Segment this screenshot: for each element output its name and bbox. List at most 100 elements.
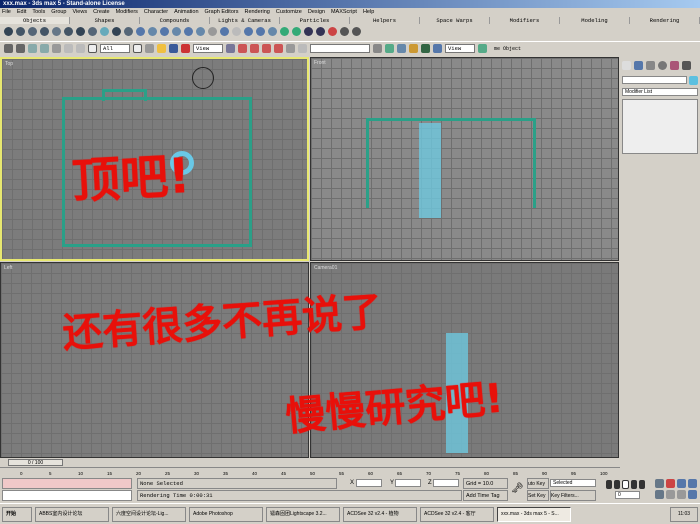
key-mode-select[interactable]: Selected xyxy=(550,479,596,487)
play-icon[interactable] xyxy=(622,480,629,489)
undo-icon[interactable] xyxy=(4,44,13,53)
create-object-icon[interactable] xyxy=(292,26,301,36)
named-sel-icon[interactable] xyxy=(298,44,307,53)
taskbar-item[interactable]: Adobe Photoshop xyxy=(189,506,263,522)
create-object-icon[interactable] xyxy=(160,26,169,36)
create-object-icon[interactable] xyxy=(196,26,205,36)
time-slider-thumb[interactable]: 0 / 100 xyxy=(8,459,63,466)
edit-selection-icon[interactable] xyxy=(286,44,295,53)
object-color-swatch[interactable] xyxy=(689,76,698,85)
menu-item-graph-editors[interactable]: Graph Editors xyxy=(205,8,239,17)
modify-tab-icon[interactable] xyxy=(634,61,643,70)
named-selection-input[interactable] xyxy=(310,44,370,53)
redo-icon[interactable] xyxy=(16,44,25,53)
render-type-select[interactable]: View xyxy=(445,44,475,53)
menu-item-create[interactable]: Create xyxy=(93,8,110,17)
create-object-icon[interactable] xyxy=(136,26,145,36)
select-by-name-icon[interactable] xyxy=(76,44,85,53)
create-object-icon[interactable] xyxy=(184,26,193,36)
move-icon[interactable] xyxy=(157,44,166,53)
pan-icon[interactable] xyxy=(666,490,675,499)
menu-item-design[interactable]: Design xyxy=(308,8,325,17)
create-object-icon[interactable] xyxy=(124,26,133,36)
menu-item-modifiers[interactable]: Modifiers xyxy=(116,8,138,17)
create-object-icon[interactable] xyxy=(148,26,157,36)
tab-shapes[interactable]: Shapes xyxy=(70,17,140,24)
create-object-icon[interactable] xyxy=(172,26,181,36)
taskbar-item[interactable]: ACDSee 32 v2.4 - 客厅 xyxy=(420,506,494,522)
tab-objects[interactable]: Objects xyxy=(0,17,70,24)
tab-modifiers[interactable]: Modifiers xyxy=(490,17,560,24)
motion-tab-icon[interactable] xyxy=(658,61,667,70)
display-tab-icon[interactable] xyxy=(670,61,679,70)
tab-compounds[interactable]: Compounds xyxy=(140,17,210,24)
mirror-icon[interactable] xyxy=(373,44,382,53)
tab-space-warps[interactable]: Space Warps xyxy=(420,17,490,24)
object-name-input[interactable] xyxy=(622,76,687,84)
current-frame-input[interactable]: 0 xyxy=(615,491,640,499)
create-object-icon[interactable] xyxy=(328,26,337,36)
create-object-icon[interactable] xyxy=(100,26,109,36)
hierarchy-tab-icon[interactable] xyxy=(646,61,655,70)
track-view-icon[interactable] xyxy=(397,44,406,53)
create-object-icon[interactable] xyxy=(280,26,289,36)
taskbar-item[interactable]: 六度空间设计论坛-Lig... xyxy=(112,506,186,522)
go-to-start-icon[interactable] xyxy=(606,480,612,489)
next-frame-icon[interactable] xyxy=(631,480,637,489)
maxscript-listener[interactable] xyxy=(2,478,132,489)
z-coord-input[interactable] xyxy=(433,479,459,487)
align-icon[interactable] xyxy=(385,44,394,53)
menu-item-customize[interactable]: Customize xyxy=(276,8,302,17)
link-icon[interactable] xyxy=(28,44,37,53)
snap-icon[interactable] xyxy=(238,44,247,53)
menu-item-help[interactable]: Help xyxy=(363,8,374,17)
menu-item-character[interactable]: Character xyxy=(144,8,168,17)
modifier-list-select[interactable]: Modifier List xyxy=(622,88,698,96)
viewport-top[interactable]: Top 顶吧! xyxy=(0,57,309,261)
schematic-icon[interactable] xyxy=(409,44,418,53)
region-zoom-icon[interactable] xyxy=(655,490,664,499)
create-object-icon[interactable] xyxy=(88,26,97,36)
go-to-end-icon[interactable] xyxy=(639,480,645,489)
track-bar[interactable]: 0 5 10 15 20 25 30 35 40 45 50 55 60 65 70 75 80 85 90 95 10… xyxy=(0,467,620,477)
create-object-icon[interactable] xyxy=(304,26,313,36)
taskbar-item[interactable]: ACDSee 32 v2.4 - 植物 xyxy=(343,506,417,522)
auto-key-button[interactable]: uto Key xyxy=(527,478,549,489)
create-object-icon[interactable] xyxy=(4,26,13,36)
create-object-icon[interactable] xyxy=(220,26,229,36)
modifier-stack[interactable] xyxy=(622,99,698,154)
create-object-icon[interactable] xyxy=(112,26,121,36)
menu-item-views[interactable]: Views xyxy=(73,8,88,17)
angle-snap-icon[interactable] xyxy=(250,44,259,53)
bind-icon[interactable] xyxy=(52,44,61,53)
menu-item-rendering[interactable]: Rendering xyxy=(244,8,269,17)
menu-item-animation[interactable]: Animation xyxy=(174,8,198,17)
taskbar-item[interactable]: 镭森固团Lightscape 3.2... xyxy=(266,506,340,522)
tab-rendering[interactable]: Rendering xyxy=(630,17,700,24)
menu-item-tools[interactable]: Tools xyxy=(32,8,45,17)
spinner-snap-icon[interactable] xyxy=(274,44,283,53)
viewport-front[interactable]: Front xyxy=(310,57,619,261)
zoom-icon[interactable] xyxy=(655,479,664,488)
percent-snap-icon[interactable] xyxy=(262,44,271,53)
menu-item-maxscript[interactable]: MAXScript xyxy=(331,8,357,17)
select-move-icon[interactable] xyxy=(145,44,154,53)
create-object-icon[interactable] xyxy=(244,26,253,36)
create-object-icon[interactable] xyxy=(40,26,49,36)
select-icon[interactable] xyxy=(64,44,73,53)
pivot-icon[interactable] xyxy=(226,44,235,53)
create-object-icon[interactable] xyxy=(340,26,349,36)
menu-item-edit[interactable]: Edit xyxy=(17,8,26,17)
key-icon[interactable]: 🗝 xyxy=(511,483,524,494)
tab-modeling[interactable]: Modeling xyxy=(560,17,630,24)
unlink-icon[interactable] xyxy=(40,44,49,53)
start-button[interactable]: 开始 xyxy=(2,506,32,522)
window-crossing-icon[interactable] xyxy=(133,44,142,53)
time-slider[interactable]: 0 / 100 xyxy=(0,458,620,467)
create-object-icon[interactable] xyxy=(232,26,241,36)
selection-filter-select[interactable]: All xyxy=(100,44,130,53)
zoom-extents-icon[interactable] xyxy=(677,479,686,488)
utilities-tab-icon[interactable] xyxy=(682,61,691,70)
quick-render-icon[interactable] xyxy=(478,44,487,53)
create-object-icon[interactable] xyxy=(256,26,265,36)
